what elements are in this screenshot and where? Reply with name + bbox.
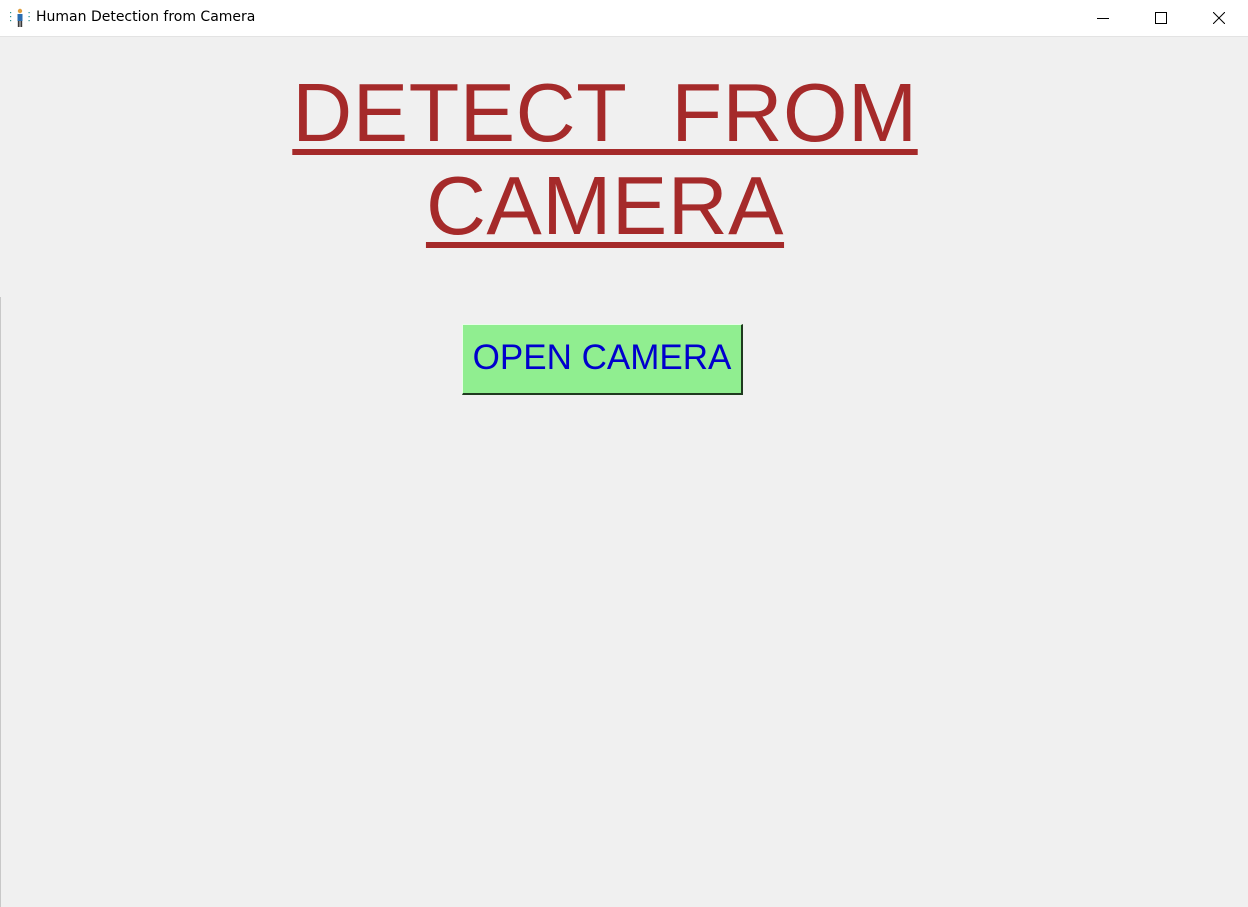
- minimize-icon: [1097, 18, 1109, 19]
- maximize-button[interactable]: [1132, 0, 1190, 36]
- window-title: Human Detection from Camera: [36, 9, 256, 25]
- maximize-icon: [1155, 12, 1167, 24]
- close-button[interactable]: [1190, 0, 1248, 36]
- window-edge: [0, 297, 1, 907]
- open-camera-button[interactable]: OPEN CAMERA: [462, 324, 743, 395]
- page-title: DETECT FROM CAMERA: [292, 66, 918, 252]
- person-standing-icon: [9, 8, 31, 28]
- close-icon: [1213, 12, 1225, 24]
- app-window: Human Detection from Camera DETECT FROM …: [0, 0, 1248, 907]
- title-bar[interactable]: Human Detection from Camera: [0, 0, 1248, 37]
- minimize-button[interactable]: [1074, 0, 1132, 36]
